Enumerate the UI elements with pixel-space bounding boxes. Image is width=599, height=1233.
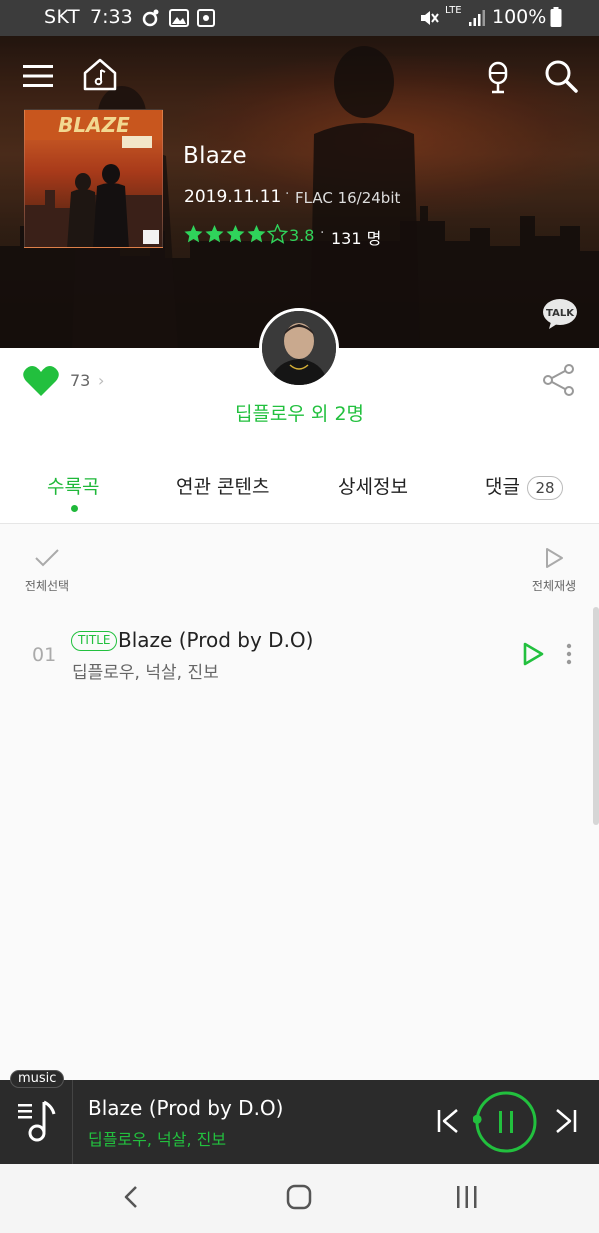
title-track-badge: TITLE	[71, 631, 118, 651]
music-home-button[interactable]	[80, 54, 120, 94]
next-icon	[556, 1109, 577, 1133]
play-icon	[523, 642, 544, 666]
menu-button[interactable]	[18, 56, 58, 96]
heart-icon	[23, 366, 59, 396]
gallery-icon	[169, 9, 189, 31]
track-play-button[interactable]	[521, 641, 545, 671]
carrier-label: SKT	[44, 6, 81, 28]
previous-button[interactable]	[436, 1108, 460, 1138]
play-outline-icon	[546, 548, 563, 568]
next-button[interactable]	[554, 1108, 578, 1138]
track-more-button[interactable]	[565, 643, 573, 669]
search-button[interactable]	[541, 56, 581, 96]
recents-icon	[457, 1186, 477, 1208]
rating-count[interactable]: 131 명	[331, 225, 381, 249]
play-all-button[interactable]: 전체재생	[529, 547, 579, 594]
artist-avatar[interactable]	[259, 308, 339, 388]
progress-knob[interactable]	[472, 1114, 482, 1124]
screenshot-icon	[197, 9, 215, 31]
previous-icon	[437, 1109, 458, 1133]
now-playing-title[interactable]: Blaze (Prod by D.O)	[88, 1096, 283, 1120]
more-vertical-icon	[566, 643, 572, 665]
active-tab-indicator	[71, 505, 78, 512]
rating-separator: ·	[320, 225, 325, 241]
track-number: 01	[32, 644, 57, 666]
comment-count-badge: 28	[527, 476, 563, 500]
play-all-label: 전체재생	[531, 579, 577, 593]
music-home-icon	[83, 58, 117, 91]
tab-details[interactable]: 상세정보	[338, 472, 408, 499]
svg-text:BLAZE: BLAZE	[58, 113, 130, 137]
album-title: Blaze	[183, 143, 247, 169]
talk-bubble-icon: TALK	[543, 299, 577, 329]
mini-player-divider	[72, 1080, 73, 1164]
clock: 7:33	[90, 6, 133, 28]
svg-text:TALK: TALK	[546, 308, 575, 319]
content-tabs: 수록곡 연관 콘텐츠 상세정보 댓글 28	[0, 452, 599, 524]
select-all-button[interactable]: 전체선택	[22, 547, 72, 594]
audio-format: FLAC 16/24bit	[295, 189, 401, 207]
album-page: SKT 7:33 LTE 100% BLAZE Blaze 2019.11.11…	[0, 0, 599, 1233]
voice-search-button[interactable]	[478, 58, 518, 98]
talk-button[interactable]: TALK	[542, 298, 578, 330]
recents-button[interactable]	[455, 1184, 479, 1214]
rating-stars	[183, 222, 288, 246]
star-filled-icon	[184, 225, 203, 243]
pause-button[interactable]	[472, 1089, 539, 1159]
now-playing-artists[interactable]: 딥플로우, 넉살, 진보	[88, 1126, 226, 1150]
album-cover-art: BLAZE	[25, 110, 162, 247]
star-filled-icon	[205, 225, 224, 243]
home-button[interactable]	[286, 1184, 312, 1214]
artist-photo	[262, 311, 336, 385]
rating-score: 3.8	[289, 226, 315, 245]
like-count[interactable]: 73	[70, 371, 90, 390]
share-icon	[543, 364, 574, 396]
lte-icon: LTE	[445, 5, 462, 16]
status-bar: SKT 7:33 LTE 100%	[0, 0, 599, 36]
track-list	[0, 525, 599, 1080]
tab-related-content[interactable]: 연관 콘텐츠	[176, 472, 269, 499]
share-button[interactable]	[542, 364, 576, 400]
music-app-icon	[141, 9, 161, 31]
microphone-icon	[488, 61, 508, 94]
tab-tracks[interactable]: 수록곡	[47, 472, 99, 499]
track-title[interactable]: Blaze (Prod by D.O)	[118, 628, 313, 652]
signal-icon	[468, 9, 486, 31]
album-cover[interactable]: BLAZE	[24, 109, 163, 248]
select-all-label: 전체선택	[24, 579, 70, 593]
music-tag: music	[10, 1070, 65, 1088]
pause-icon	[472, 1091, 537, 1153]
tab-comments[interactable]: 댓글	[485, 472, 520, 499]
like-button[interactable]	[22, 365, 60, 401]
star-empty-icon	[267, 224, 288, 244]
back-icon	[124, 1186, 137, 1208]
battery-icon	[550, 7, 562, 31]
scrollbar[interactable]	[593, 607, 599, 825]
battery-level: 100%	[492, 6, 547, 28]
star-filled-icon	[226, 225, 245, 243]
back-button[interactable]	[122, 1184, 140, 1214]
check-icon	[35, 549, 59, 567]
playlist-button[interactable]	[16, 1096, 60, 1148]
meta-separator: ·	[285, 186, 290, 202]
playlist-note-icon	[18, 1100, 56, 1142]
star-filled-icon	[247, 225, 266, 243]
mute-icon	[419, 9, 439, 31]
release-date: 2019.11.11	[184, 187, 282, 207]
home-icon	[286, 1184, 312, 1210]
artist-name-link[interactable]: 딥플로우 외 2명	[0, 399, 599, 426]
menu-icon	[23, 65, 53, 87]
search-icon	[545, 60, 578, 93]
chevron-right-icon: ›	[98, 371, 105, 390]
track-artists[interactable]: 딥플로우, 넉살, 진보	[72, 658, 219, 683]
